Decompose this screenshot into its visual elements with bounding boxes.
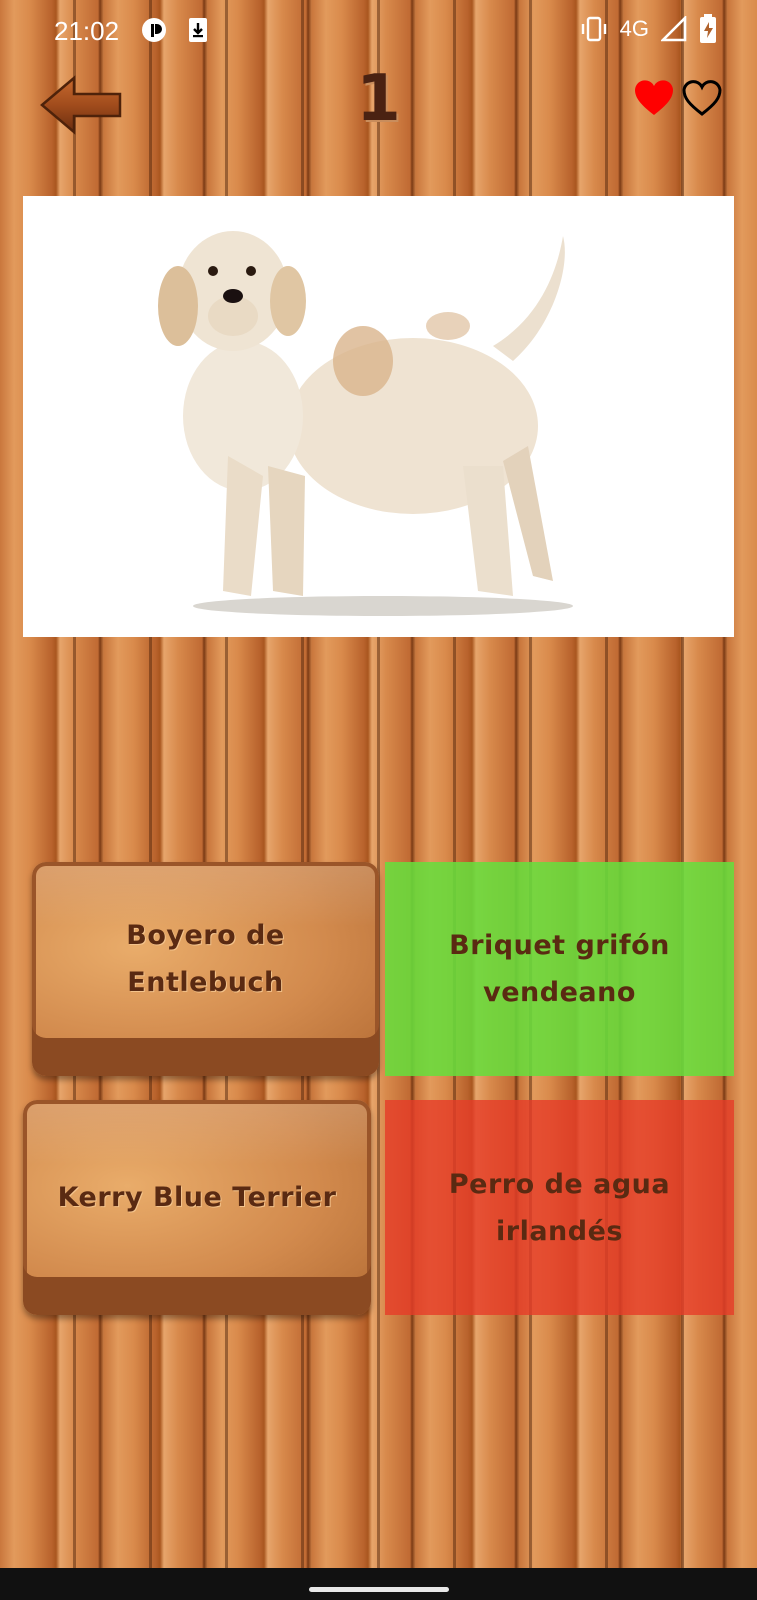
download-icon — [189, 18, 207, 42]
lives-indicator — [633, 78, 723, 118]
answer-option-3[interactable]: Kerry Blue Terrier — [23, 1100, 371, 1315]
heart-filled-icon — [635, 80, 673, 115]
status-time: 21:02 — [54, 16, 120, 46]
answer-option-2-label: Briquet grifón vendeano — [449, 930, 670, 1008]
answer-option-4-label: Perro de agua irlandés — [448, 1168, 671, 1247]
answer-option-1-label: Boyero de Entlebuch — [126, 920, 285, 998]
top-bar: 1 — [0, 62, 757, 192]
answer-option-2-correct[interactable]: Briquet grifón vendeano — [385, 862, 734, 1076]
battery-charging-icon — [700, 14, 716, 43]
navigation-bar — [0, 1568, 757, 1600]
answer-option-3-label: Kerry Blue Terrier — [57, 1182, 337, 1213]
signal-icon — [661, 16, 687, 42]
status-bar: 21:02 4G — [0, 0, 757, 62]
vibrate-icon — [581, 16, 606, 42]
heart-outline-icon — [682, 80, 722, 116]
cast-app-icon — [142, 18, 166, 42]
answer-option-1[interactable]: Boyero de Entlebuch — [32, 862, 379, 1076]
network-type: 4G — [619, 16, 649, 41]
home-indicator[interactable] — [309, 1587, 449, 1592]
answer-option-4-wrong[interactable]: Perro de agua irlandés — [385, 1100, 734, 1315]
dog-illustration — [158, 231, 573, 616]
dog-photo — [23, 196, 734, 637]
